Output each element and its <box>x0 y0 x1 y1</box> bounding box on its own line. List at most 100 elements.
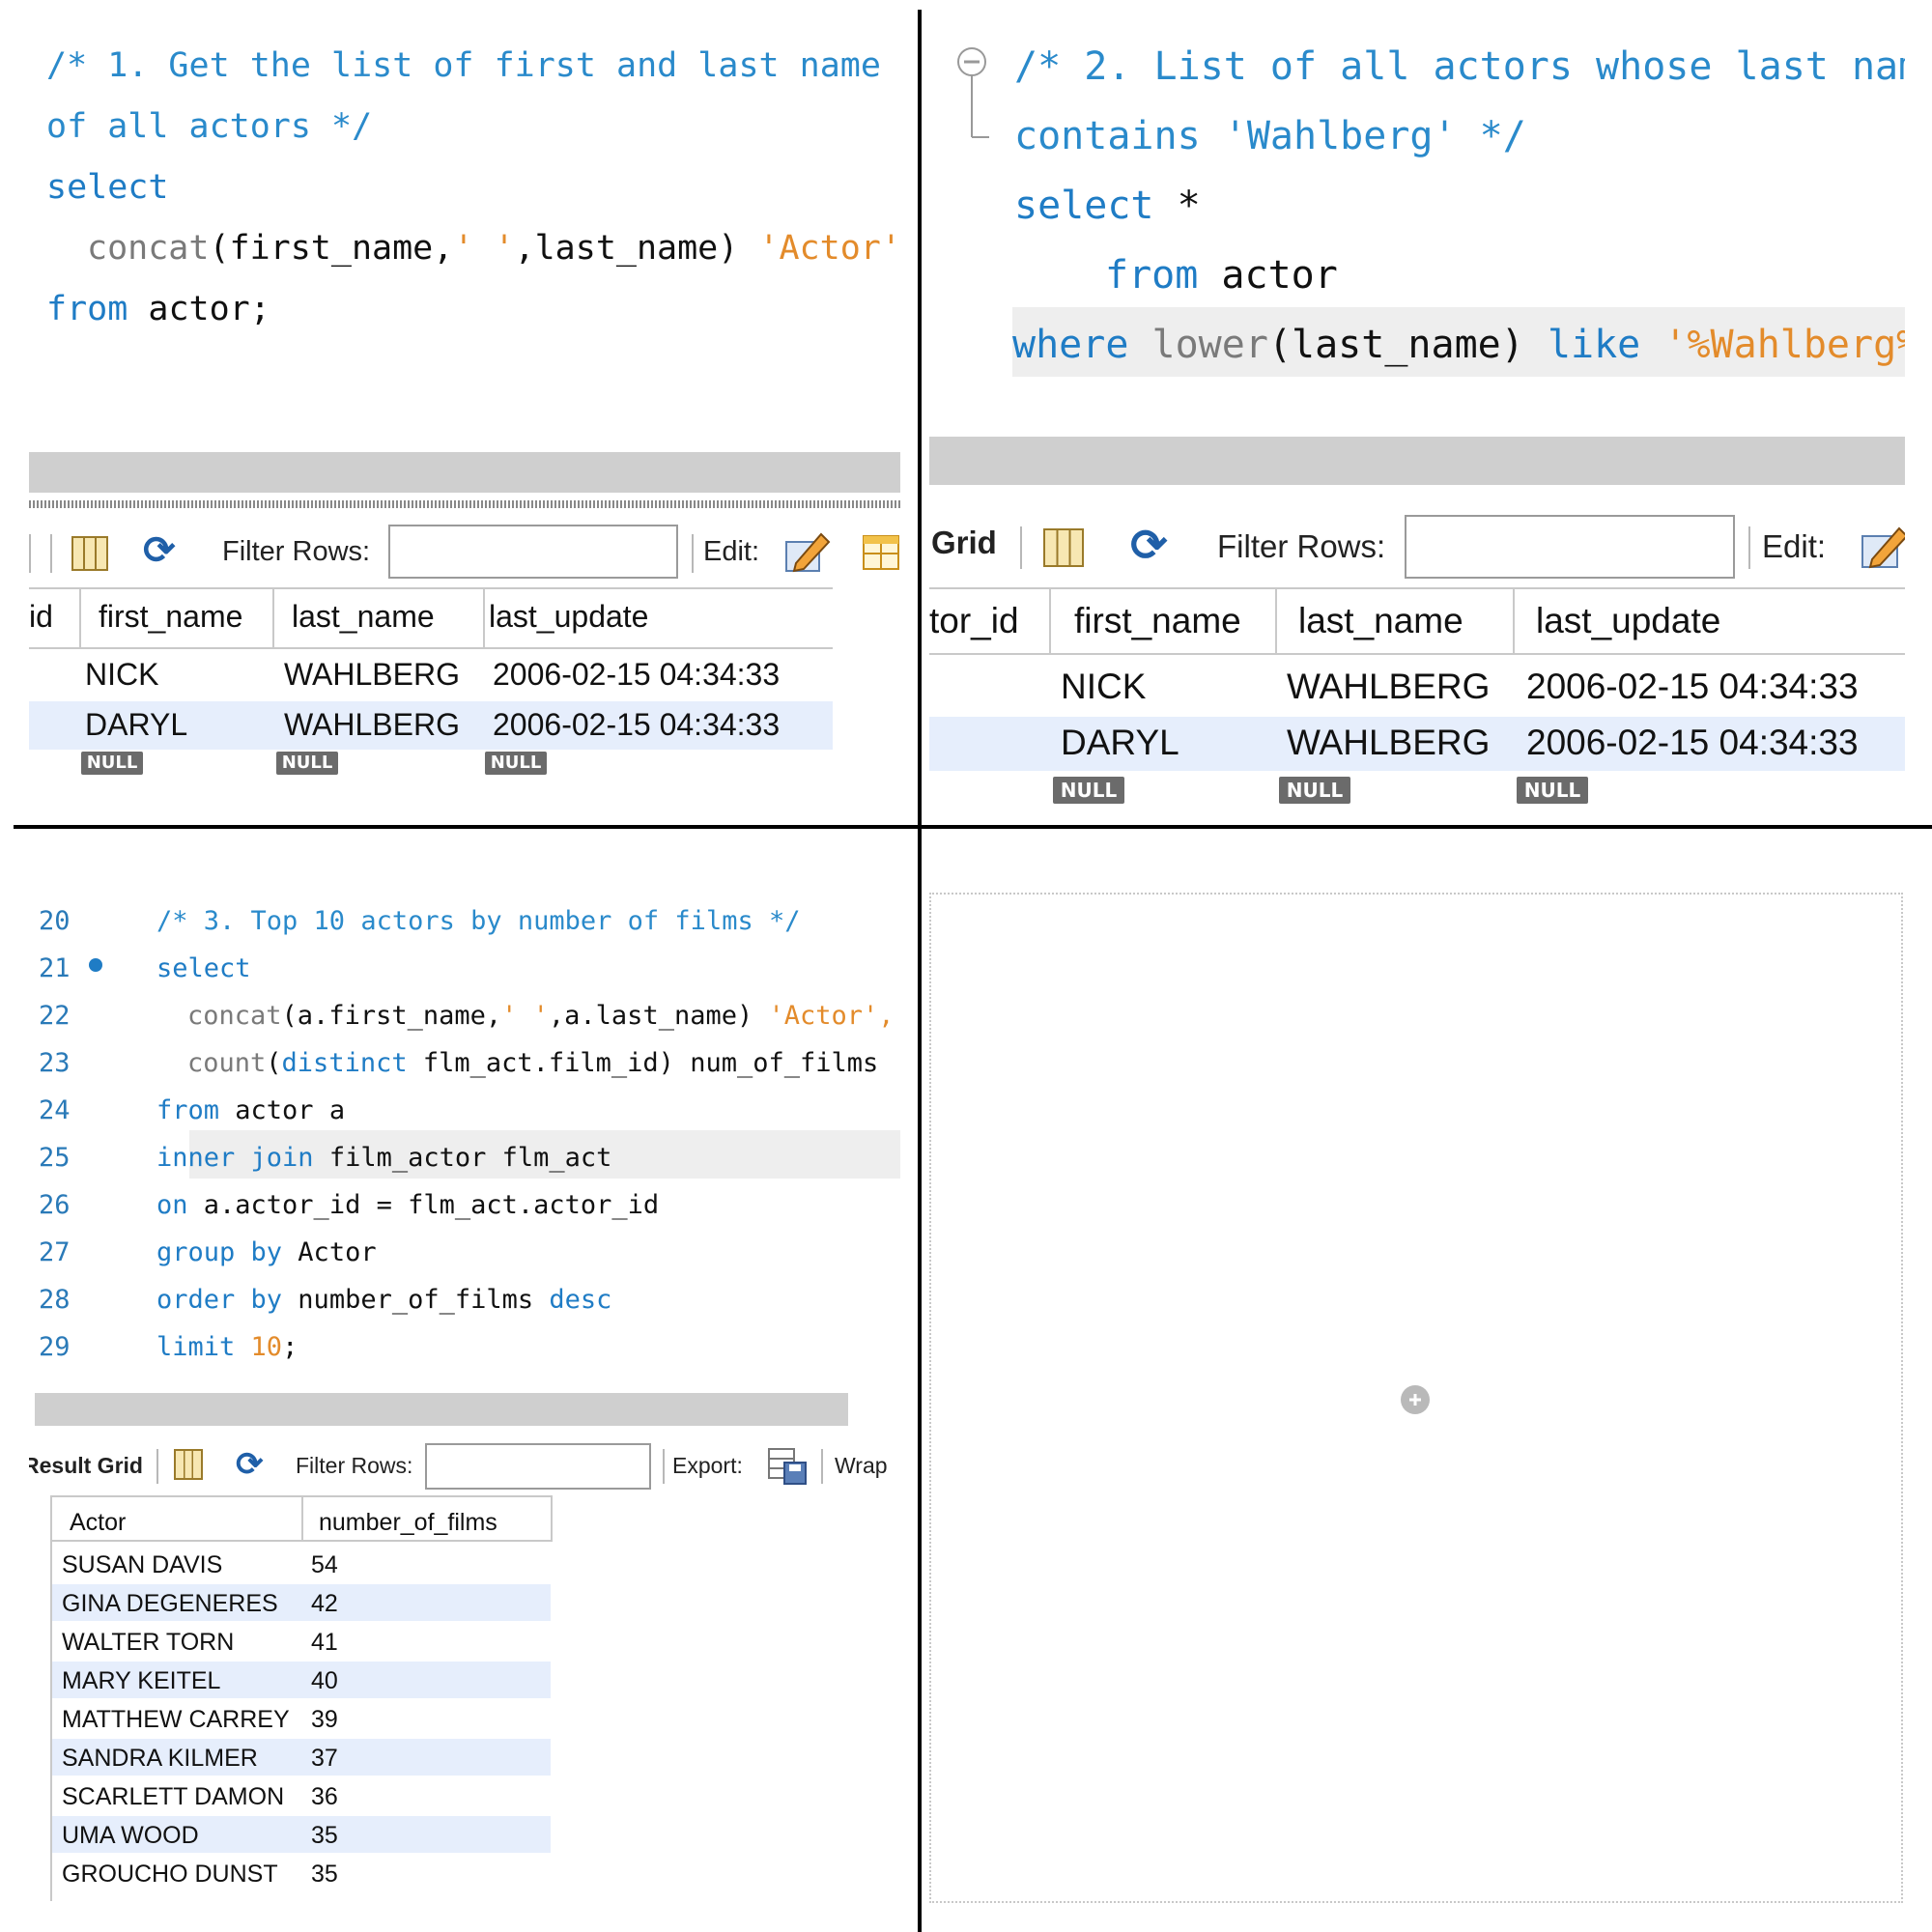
table-cell[interactable]: SUSAN DAVIS <box>62 1551 222 1579</box>
toolbar-separator <box>29 534 31 573</box>
refresh-icon[interactable]: ⟳ <box>1130 519 1168 571</box>
code-keyword: where <box>1012 323 1129 367</box>
table-cell[interactable]: WAHLBERG <box>284 707 460 743</box>
null-badge: NULL <box>81 752 143 775</box>
refresh-icon[interactable]: ⟳ <box>143 528 176 573</box>
breakpoint-dot-icon[interactable] <box>89 958 102 972</box>
table-cell[interactable]: 54 <box>311 1551 338 1579</box>
table-cell[interactable]: 42 <box>311 1590 338 1618</box>
code-comment: /* 1. Get the list of first and last nam… <box>46 46 881 85</box>
column-header[interactable]: last_update <box>489 599 648 635</box>
code-keyword: select <box>156 953 251 983</box>
refresh-icon[interactable]: ⟳ <box>236 1445 264 1484</box>
table-cell[interactable]: NICK <box>85 657 158 693</box>
table-cell[interactable]: 2006-02-15 04:34:33 <box>493 657 780 693</box>
result-grid-tab[interactable]: Result Grid <box>29 1453 143 1479</box>
table-cell[interactable]: 35 <box>311 1822 338 1850</box>
code-comment: /* 2. List of all actors whose last nam <box>1014 44 1905 89</box>
sql-editor-2[interactable]: /* 2. List of all actors whose last nam … <box>929 29 1905 396</box>
header-border <box>50 1540 553 1542</box>
code-keyword: inner join <box>156 1143 314 1173</box>
code-keyword: like <box>1547 323 1641 367</box>
table-cell[interactable]: 36 <box>311 1783 338 1811</box>
table-cell[interactable]: WAHLBERG <box>284 657 460 693</box>
column-header[interactable]: first_name <box>99 599 242 635</box>
code-number: 10 <box>250 1332 283 1362</box>
table-cell[interactable]: MATTHEW CARREY <box>62 1706 290 1734</box>
column-header[interactable]: Actor <box>70 1509 126 1537</box>
vertical-divider <box>918 10 922 1932</box>
result-grid-tab[interactable]: Grid <box>931 525 997 561</box>
code-text: (a.first_name, <box>281 1001 502 1031</box>
wrap-label[interactable]: Wrap <box>835 1453 888 1479</box>
table-cell[interactable]: GROUCHO DUNST <box>62 1861 278 1889</box>
splitter-bar[interactable] <box>29 452 900 493</box>
column-header[interactable]: tor_id <box>929 601 1019 641</box>
toolbar-separator <box>50 534 52 573</box>
table-cell[interactable]: 41 <box>311 1629 338 1657</box>
table-cell[interactable]: DARYL <box>1061 723 1179 763</box>
result-toolbar: ⟳ Filter Rows: Edit: <box>29 517 900 584</box>
table-cell[interactable]: SCARLETT DAMON <box>62 1783 284 1811</box>
table-cell[interactable]: 39 <box>311 1706 338 1734</box>
table-cell[interactable]: 2006-02-15 04:34:33 <box>1526 667 1859 707</box>
table-cell[interactable]: UMA WOOD <box>62 1822 199 1850</box>
table-cell[interactable]: SANDRA KILMER <box>62 1745 258 1773</box>
table-cell[interactable]: 35 <box>311 1861 338 1889</box>
table-cell[interactable]: GINA DEGENERES <box>62 1590 278 1618</box>
grid-view-icon[interactable] <box>1043 528 1084 567</box>
code-keyword: order by <box>156 1285 283 1315</box>
filter-rows-input[interactable] <box>1405 515 1735 579</box>
column-header[interactable]: last_name <box>1298 601 1463 641</box>
sql-editor-1[interactable]: /* 1. Get the list of first and last nam… <box>29 29 900 396</box>
column-header[interactable]: last_update <box>1536 601 1720 641</box>
table-cell[interactable]: WALTER TORN <box>62 1629 234 1657</box>
filter-rows-label: Filter Rows: <box>296 1453 413 1478</box>
edit-pencil-icon[interactable] <box>782 528 831 575</box>
toolbar-separator <box>821 1449 823 1484</box>
add-row-icon[interactable] <box>862 530 900 573</box>
code-function: concat <box>87 229 210 268</box>
splitter-bar[interactable] <box>929 437 1905 485</box>
table-cell[interactable]: MARY KEITEL <box>62 1667 220 1695</box>
splitter-bar[interactable] <box>35 1393 848 1426</box>
code-function: count <box>187 1048 267 1078</box>
table-cell[interactable]: 2006-02-15 04:34:33 <box>1526 723 1859 763</box>
filter-rows-input[interactable] <box>388 525 678 579</box>
toolbar-separator <box>156 1449 158 1484</box>
table-cell[interactable]: DARYL <box>85 707 187 743</box>
table-cell[interactable]: 37 <box>311 1745 338 1773</box>
code-keyword: limit <box>156 1332 236 1362</box>
code-keyword: on <box>156 1190 188 1220</box>
column-divider <box>272 587 274 647</box>
null-badge: NULL <box>276 752 338 775</box>
column-divider <box>1513 587 1515 653</box>
toolbar-separator <box>1020 526 1022 569</box>
code-text: actor a <box>219 1095 346 1125</box>
code-text: Actor <box>282 1237 377 1267</box>
table-cell[interactable]: WAHLBERG <box>1287 723 1490 763</box>
grid-view-icon[interactable] <box>71 536 108 571</box>
add-block-plus-icon[interactable] <box>1401 1385 1430 1414</box>
column-divider <box>483 587 485 647</box>
code-string: 'Actor', <box>768 1001 895 1031</box>
edit-pencil-icon[interactable] <box>1859 521 1905 571</box>
toolbar-separator <box>1748 526 1750 569</box>
table-cell[interactable]: 2006-02-15 04:34:33 <box>493 707 780 743</box>
code-text: ( <box>266 1048 282 1078</box>
export-icon[interactable] <box>767 1445 808 1486</box>
table-cell[interactable]: 40 <box>311 1667 338 1695</box>
sql-editor-3[interactable]: 20 21 22 23 24 25 26 27 28 29 /* 3. Top … <box>29 860 900 1381</box>
table-cell[interactable]: WAHLBERG <box>1287 667 1490 707</box>
filter-rows-input[interactable] <box>425 1443 651 1490</box>
line-number: 29 <box>39 1332 71 1362</box>
splitter-handle[interactable] <box>29 500 900 508</box>
column-header[interactable]: first_name <box>1074 601 1241 641</box>
column-header[interactable]: number_of_films <box>319 1509 497 1537</box>
grid-view-icon[interactable] <box>174 1449 203 1480</box>
code-text: actor <box>1198 253 1338 298</box>
null-badge: NULL <box>1053 777 1124 804</box>
column-header[interactable]: id <box>29 599 53 635</box>
table-cell[interactable]: NICK <box>1061 667 1146 707</box>
column-header[interactable]: last_name <box>292 599 435 635</box>
